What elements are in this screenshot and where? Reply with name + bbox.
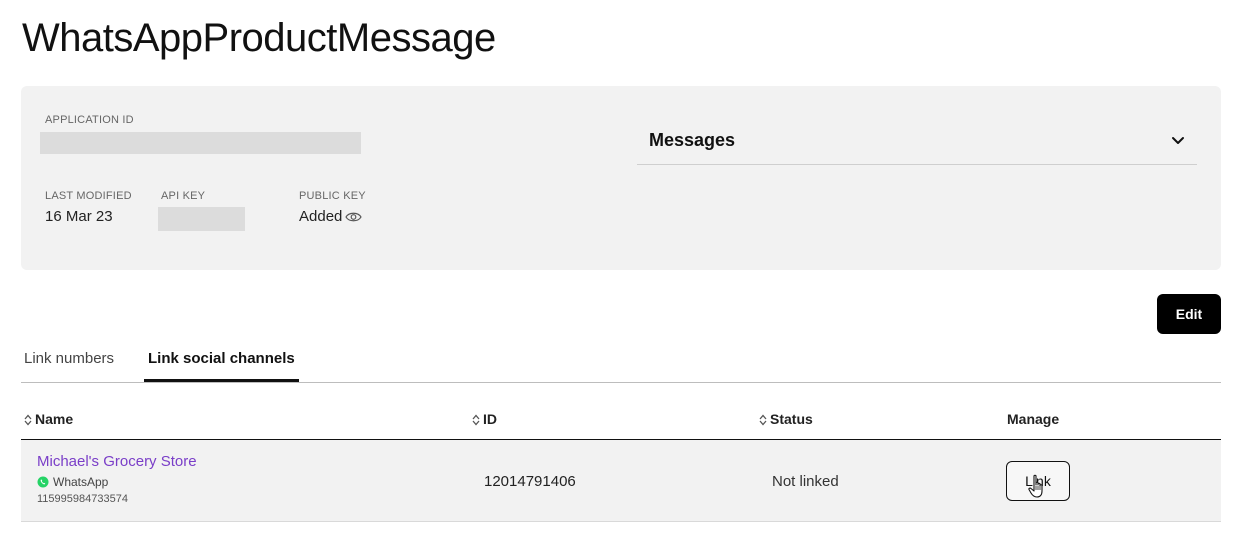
tab-link-numbers[interactable]: Link numbers xyxy=(24,340,114,382)
messages-accordion[interactable]: Messages xyxy=(637,116,1197,165)
channel-type-label: WhatsApp xyxy=(53,475,109,489)
application-id-redacted xyxy=(40,132,361,154)
tab-bar: Link numbers Link social channels xyxy=(21,340,1221,383)
link-button[interactable]: Link xyxy=(1006,461,1070,501)
table-row: Michael's Grocery Store WhatsApp 1159959… xyxy=(21,440,1221,522)
edit-button[interactable]: Edit xyxy=(1157,294,1221,334)
public-key-label: PUBLIC KEY xyxy=(299,190,366,202)
sort-icon[interactable] xyxy=(24,413,32,426)
column-header-status-label: Status xyxy=(770,411,813,427)
last-modified-value: 16 Mar 23 xyxy=(45,208,113,225)
tab-link-social-channels[interactable]: Link social channels xyxy=(144,340,299,382)
whatsapp-icon xyxy=(37,476,49,488)
channel-name-cell: Michael's Grocery Store WhatsApp 1159959… xyxy=(37,453,197,505)
column-header-manage: Manage xyxy=(1007,411,1059,427)
column-header-status[interactable]: Status xyxy=(759,411,813,427)
chevron-down-icon[interactable] xyxy=(1171,136,1185,145)
channel-status: Not linked xyxy=(772,473,839,490)
application-info-card: APPLICATION ID LAST MODIFIED 16 Mar 23 A… xyxy=(21,86,1221,270)
channel-id: 12014791406 xyxy=(484,473,576,490)
column-header-id-label: ID xyxy=(483,411,497,427)
channel-number: 115995984733574 xyxy=(37,493,128,505)
channel-type: WhatsApp xyxy=(37,475,197,489)
eye-icon[interactable] xyxy=(345,211,363,223)
page-title: WhatsAppProductMessage xyxy=(22,16,496,60)
table-header: Name ID Status Manage xyxy=(21,400,1221,440)
api-key-redacted xyxy=(158,207,245,231)
sort-icon[interactable] xyxy=(472,413,480,426)
last-modified-label: LAST MODIFIED xyxy=(45,190,132,202)
public-key-value: Added xyxy=(299,208,363,225)
column-header-name[interactable]: Name xyxy=(24,411,73,427)
column-header-manage-label: Manage xyxy=(1007,411,1060,427)
application-id-label: APPLICATION ID xyxy=(45,114,134,126)
sort-icon[interactable] xyxy=(759,413,767,426)
api-key-label: API KEY xyxy=(161,190,206,202)
public-key-status: Added xyxy=(299,208,343,225)
column-header-name-label: Name xyxy=(35,411,74,427)
channel-name-link[interactable]: Michael's Grocery Store xyxy=(37,453,197,470)
messages-label: Messages xyxy=(649,129,736,150)
column-header-id[interactable]: ID xyxy=(472,411,497,427)
